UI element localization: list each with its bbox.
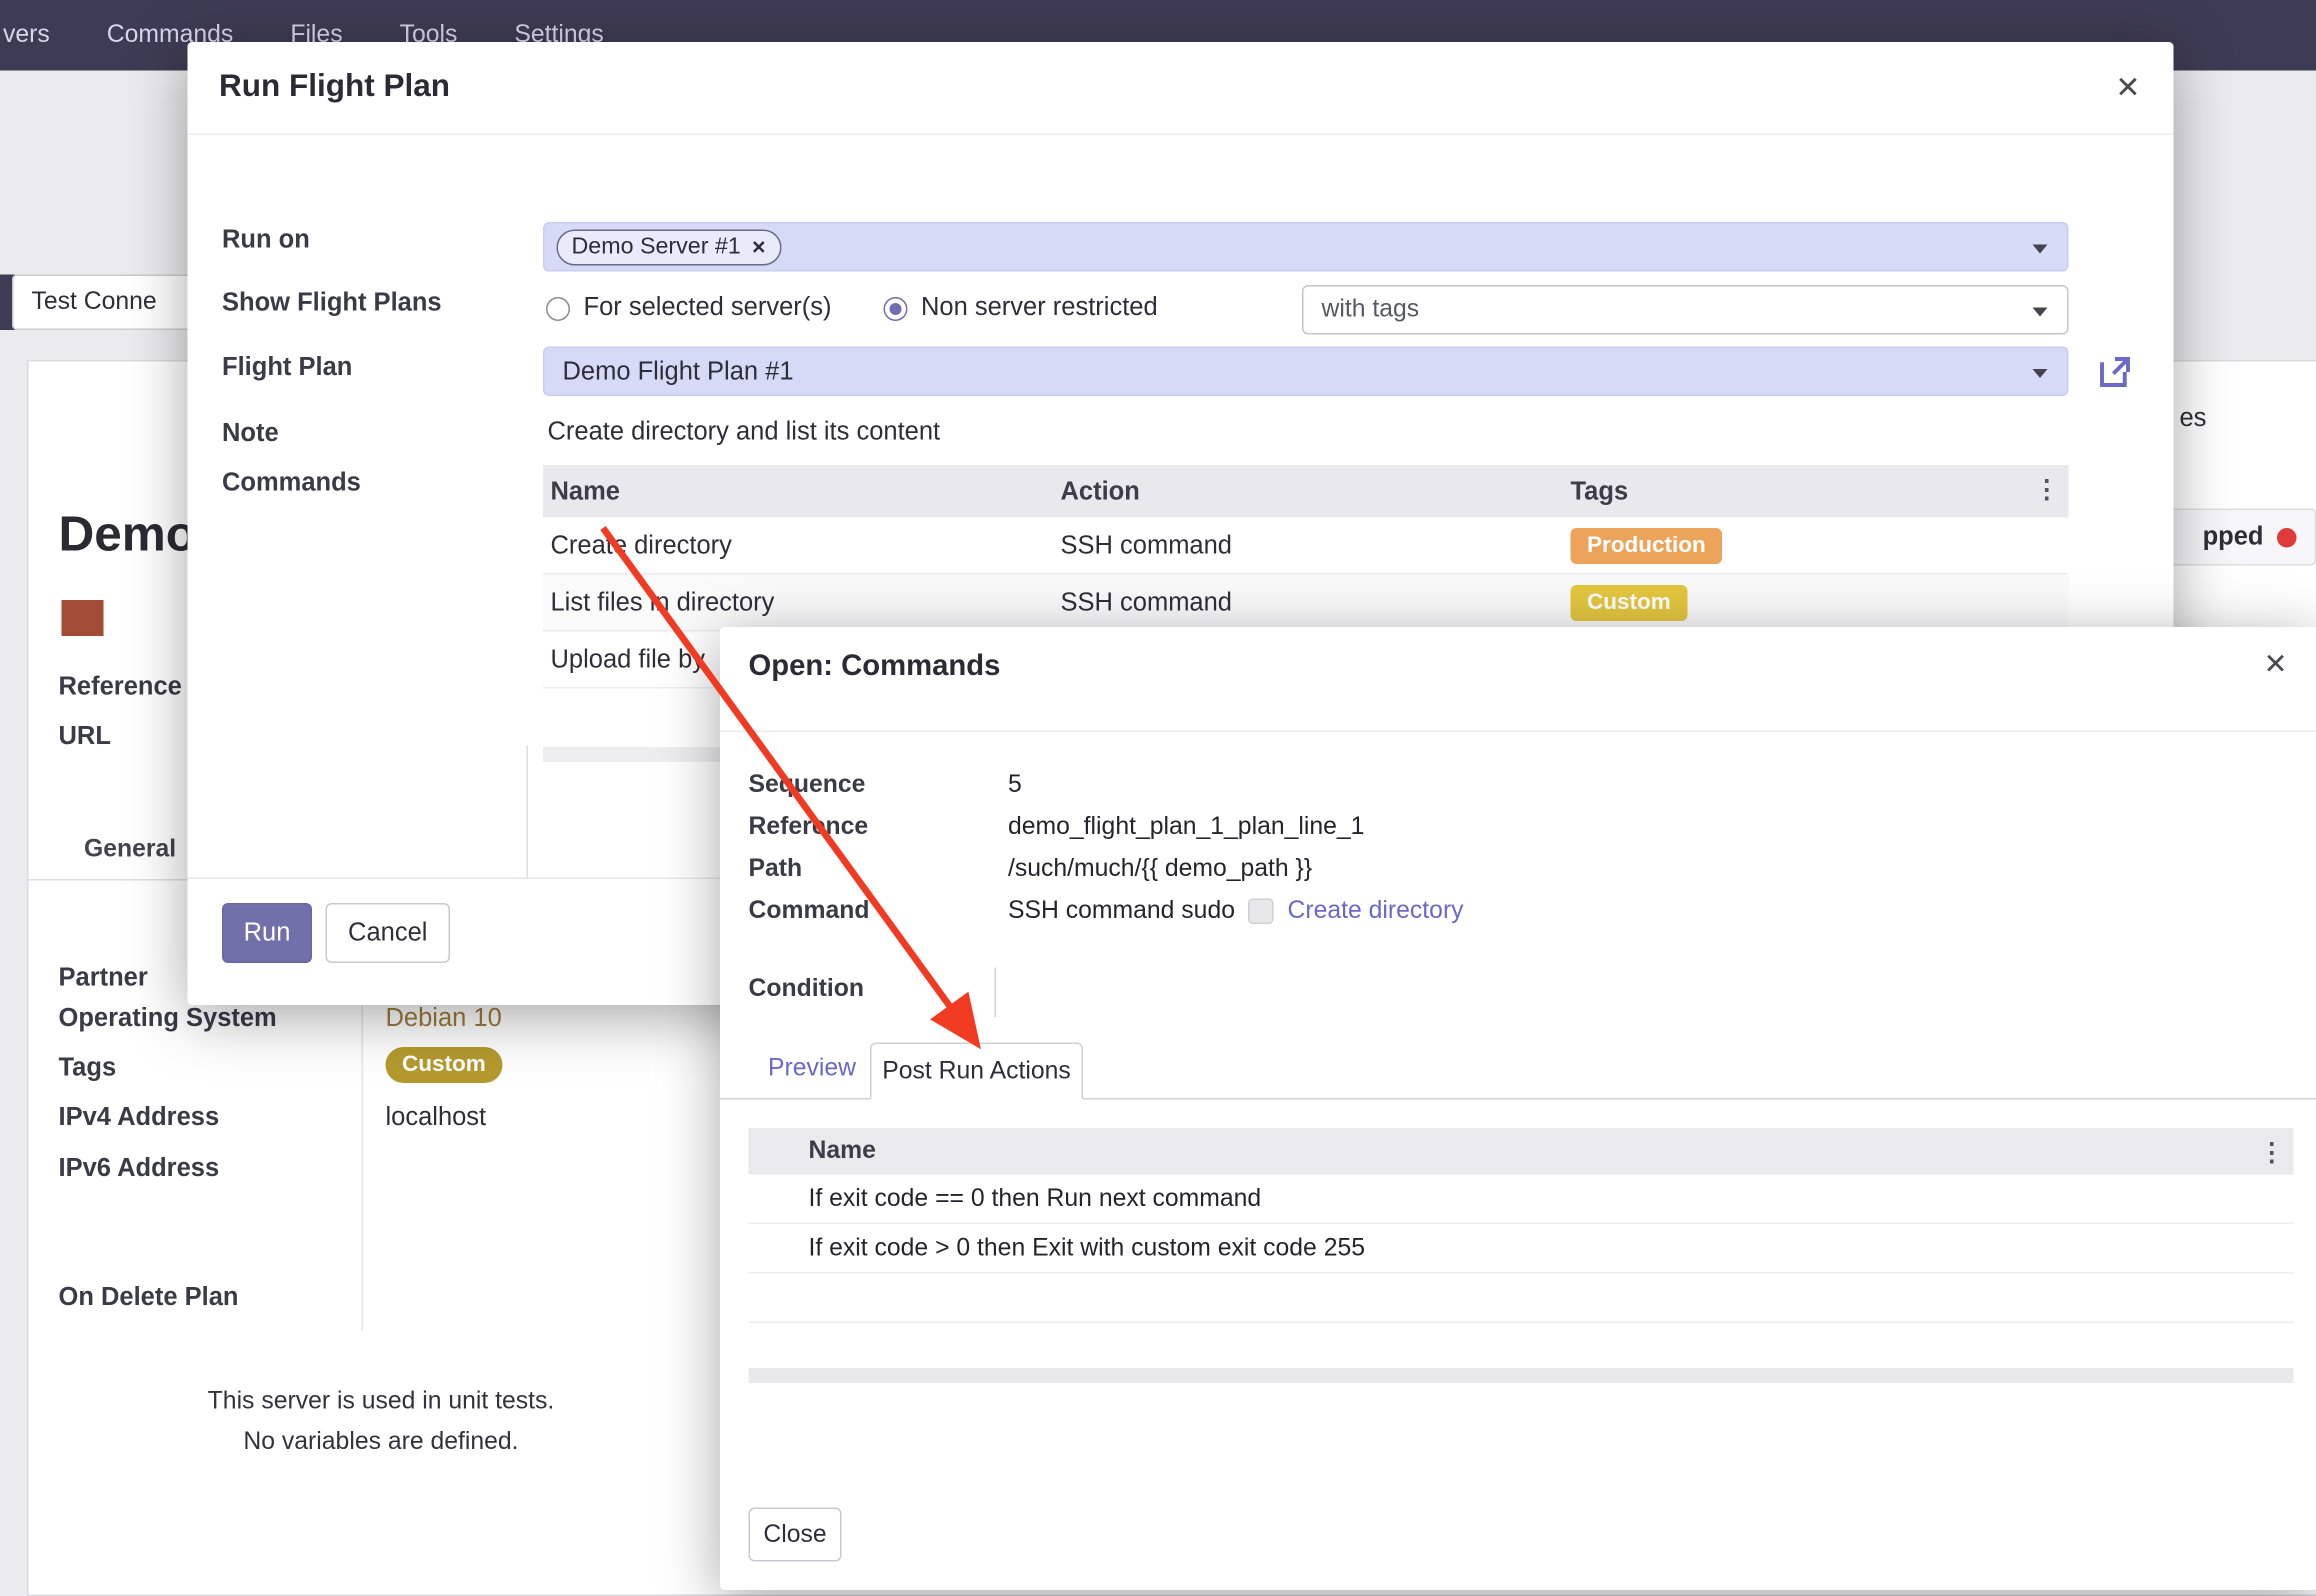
- post-run-actions-table: Name ⋮ If exit code == 0 then Run next c…: [749, 1128, 2294, 1323]
- run-on-field[interactable]: Demo Server #1 ✕: [543, 222, 2069, 272]
- col-action: Action: [1061, 476, 1571, 506]
- table-row[interactable]: If exit code == 0 then Run next command: [749, 1175, 2294, 1225]
- operating-system-label: Operating System: [59, 1004, 277, 1034]
- col-name: Name: [543, 476, 1061, 506]
- with-tags-placeholder: with tags: [1322, 296, 1420, 325]
- col-tags: Tags: [1571, 476, 2069, 506]
- reference-value: demo_flight_plan_1_plan_line_1: [1008, 813, 1364, 842]
- command-value: SSH command sudo: [1008, 897, 1235, 926]
- run-on-label: Run on: [222, 225, 310, 255]
- table-row[interactable]: List files in directory SSH command Cust…: [543, 575, 2069, 632]
- command-label: Command: [749, 897, 870, 926]
- menu-servers-partial[interactable]: vers: [0, 21, 72, 50]
- cell-name: Create directory: [543, 530, 1061, 560]
- cell-name: List files in directory: [543, 587, 1061, 617]
- with-tags-select[interactable]: with tags: [1302, 285, 2069, 335]
- server-tag-label: Demo Server #1: [572, 234, 741, 261]
- note-value: Create directory and list its content: [548, 417, 941, 447]
- tab-preview[interactable]: Preview: [768, 1055, 856, 1084]
- radio-non-server-restricted[interactable]: [884, 297, 908, 321]
- status-label: pped: [2203, 522, 2264, 552]
- kebab-icon[interactable]: ⋮: [2034, 476, 2060, 506]
- flight-plan-select[interactable]: Demo Flight Plan #1: [543, 347, 2069, 397]
- custom-badge: Custom: [1571, 584, 1688, 620]
- tab-general[interactable]: General: [84, 836, 176, 865]
- partner-label: Partner: [59, 963, 148, 993]
- unit-test-note: This server is used in unit tests. No va…: [89, 1382, 674, 1463]
- kebab-icon[interactable]: ⋮: [2259, 1139, 2285, 1169]
- production-badge: Production: [1571, 527, 1723, 563]
- sequence-value: 5: [1008, 771, 1022, 800]
- cell-name: If exit code > 0 then Exit with custom e…: [809, 1234, 1366, 1263]
- tag-remove-icon[interactable]: ✕: [751, 237, 766, 258]
- sequence-label: Sequence: [749, 771, 866, 800]
- table-scrollbar[interactable]: [749, 1368, 2294, 1383]
- reference-label: Reference: [59, 672, 182, 702]
- screenshot-root: vers Commands Files Tools Settings Test …: [0, 0, 2316, 1596]
- ipv4-value: localhost: [386, 1103, 487, 1133]
- server-tag[interactable]: Demo Server #1 ✕: [557, 230, 782, 266]
- create-directory-link[interactable]: Create directory: [1287, 897, 1463, 926]
- flight-plan-value: Demo Flight Plan #1: [563, 357, 794, 387]
- table-row[interactable]: Create directory SSH command Production: [543, 518, 2069, 575]
- cell-name: If exit code == 0 then Run next command: [809, 1184, 1262, 1213]
- radio-selected-servers[interactable]: [546, 297, 570, 321]
- col-name: Name: [809, 1137, 876, 1166]
- url-label: URL: [59, 722, 111, 752]
- table-row[interactable]: If exit code > 0 then Exit with custom e…: [749, 1224, 2294, 1274]
- cell-action: SSH command: [1061, 587, 1571, 617]
- create-directory-checkbox[interactable]: [1248, 899, 1274, 925]
- tags-label: Tags: [59, 1053, 117, 1083]
- path-value: /such/much/{{ demo_path }}: [1008, 855, 1312, 884]
- open-commands-modal: Open: Commands ✕ Sequence 5 Reference de…: [720, 627, 2316, 1590]
- unit-note-line1: This server is used in unit tests.: [89, 1382, 674, 1423]
- commands-table-header: Name Action Tags ⋮: [543, 465, 2069, 518]
- note-label: Note: [222, 419, 279, 449]
- flight-plan-label: Flight Plan: [222, 353, 352, 383]
- cell-tags: Production: [1571, 527, 2069, 563]
- cancel-button[interactable]: Cancel: [326, 903, 451, 963]
- status-dot-icon: [2277, 527, 2297, 547]
- field-column-divider: [362, 959, 364, 1331]
- caret-down-icon: [2033, 308, 2048, 317]
- server-title: Demo: [59, 506, 197, 563]
- server-status-badge: pped: [2157, 509, 2316, 566]
- unit-note-line2: No variables are defined.: [89, 1422, 674, 1463]
- commands-modal-title: Open: Commands: [749, 650, 1001, 685]
- caret-down-icon: [2033, 245, 2048, 254]
- modal-header-divider: [720, 731, 2316, 733]
- radio-non-server-restricted-label[interactable]: Non server restricted: [921, 293, 1158, 323]
- close-icon[interactable]: ✕: [2115, 69, 2140, 107]
- show-flight-plans-label: Show Flight Plans: [222, 288, 442, 318]
- cell-tags: Custom: [1571, 584, 2069, 620]
- tags-custom-badge: Custom: [386, 1047, 503, 1083]
- commands-label: Commands: [222, 468, 361, 498]
- path-label: Path: [749, 855, 803, 884]
- operating-system-value[interactable]: Debian 10: [386, 1004, 502, 1034]
- run-modal-title: Run Flight Plan: [219, 69, 450, 105]
- caret-down-icon: [2033, 369, 2048, 378]
- ipv6-label: IPv6 Address: [59, 1154, 220, 1184]
- partial-text-right: es: [2180, 404, 2207, 434]
- close-button[interactable]: Close: [749, 1508, 842, 1562]
- condition-label: Condition: [749, 975, 864, 1004]
- post-run-table-header: Name ⋮: [749, 1128, 2294, 1175]
- on-delete-plan-label: On Delete Plan: [59, 1283, 239, 1313]
- color-swatch: [62, 600, 104, 636]
- condition-field-divider: [995, 968, 997, 1018]
- command-value-row: SSH command sudo Create directory: [1008, 897, 1464, 926]
- table-row-empty: [749, 1274, 2294, 1324]
- ipv4-label: IPv4 Address: [59, 1103, 220, 1133]
- cell-action: SSH command: [1061, 530, 1571, 560]
- column-separator: [527, 746, 529, 878]
- run-modal-header: Run Flight Plan ✕: [188, 42, 2174, 135]
- run-button[interactable]: Run: [222, 903, 312, 963]
- external-link-icon[interactable]: [2096, 353, 2135, 392]
- tab-post-run-actions[interactable]: Post Run Actions: [870, 1043, 1083, 1100]
- close-icon[interactable]: ✕: [2264, 648, 2288, 683]
- reference-label: Reference: [749, 813, 869, 842]
- radio-selected-servers-label[interactable]: For selected server(s): [584, 293, 832, 323]
